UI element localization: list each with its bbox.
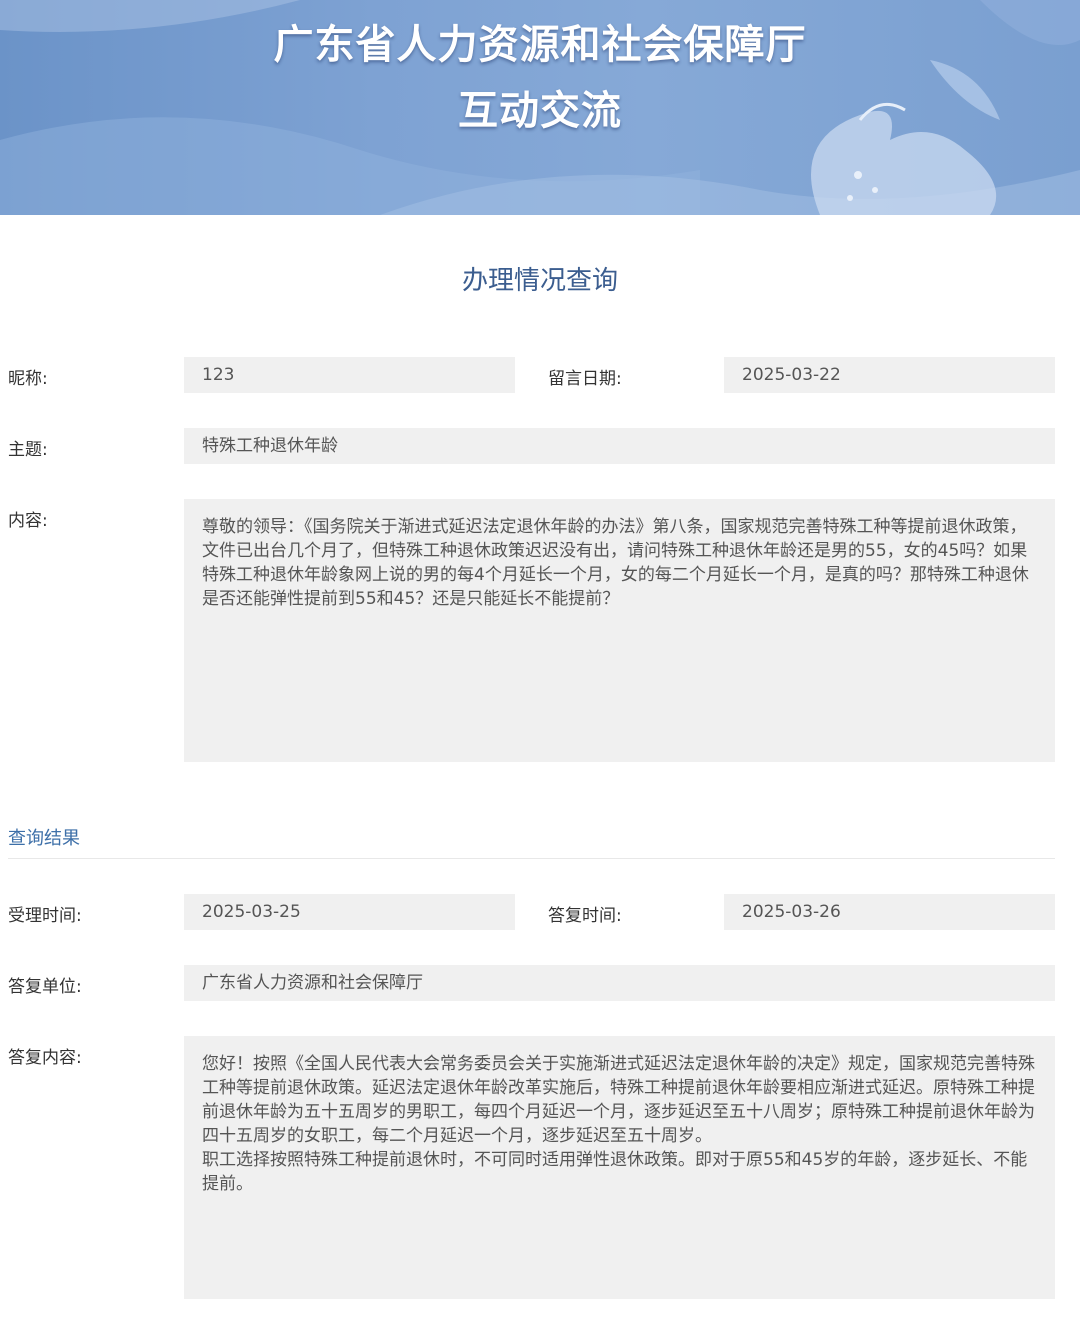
reply-time-label: 答复时间:	[548, 906, 622, 926]
reply-content-label: 答复内容:	[8, 1048, 82, 1068]
accept-time-field: 2025-03-25	[184, 894, 515, 930]
page-title: 办理情况查询	[461, 266, 618, 296]
message-date-label: 留言日期:	[548, 369, 622, 389]
banner-subtitle: 互动交流	[458, 88, 622, 134]
query-result-heading: 查询结果	[8, 828, 80, 849]
reply-time-field: 2025-03-26	[724, 894, 1055, 930]
nickname-label: 昵称:	[8, 369, 48, 389]
reply-content-textarea: 您好！按照《全国人民代表大会常务委员会关于实施渐进式延迟法定退休年龄的决定》规定…	[184, 1036, 1055, 1299]
subject-label: 主题:	[8, 440, 48, 460]
accept-time-label: 受理时间:	[8, 906, 82, 926]
subject-field: 特殊工种退休年龄	[184, 428, 1055, 464]
header-banner: 广东省人力资源和社会保障厅 互动交流	[0, 0, 1080, 215]
content-textarea: 尊敬的领导：《国务院关于渐进式延迟法定退休年龄的办法》第八条，国家规范完善特殊工…	[184, 499, 1055, 762]
section-divider	[8, 858, 1055, 859]
banner-title: 广东省人力资源和社会保障厅	[273, 22, 807, 68]
nickname-field: 123	[184, 357, 515, 393]
reply-unit-label: 答复单位:	[8, 977, 82, 997]
message-date-field: 2025-03-22	[724, 357, 1055, 393]
content-label: 内容:	[8, 511, 48, 531]
reply-unit-field: 广东省人力资源和社会保障厅	[184, 965, 1055, 1001]
